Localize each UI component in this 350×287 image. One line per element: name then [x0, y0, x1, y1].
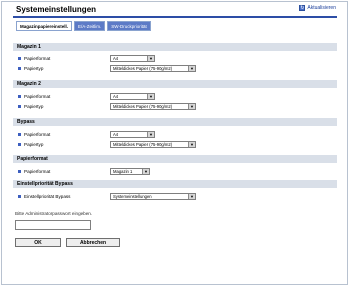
papierformat-label: Papierformat: [24, 168, 51, 174]
einstellprioritaet-row: Einstellpriorität Bypass Systemeinstellu…: [13, 191, 337, 201]
bullet-icon: [18, 169, 21, 173]
chevron-down-icon: ▼: [147, 131, 154, 137]
magazin2-papiertyp-row: Papiertyp Mitteldickes Papier (75-90g/m2…: [13, 101, 337, 111]
chevron-down-icon: ▼: [142, 168, 149, 174]
bypass-papiertyp-select[interactable]: Mitteldickes Papier (75-90g/m2) ▼: [110, 140, 196, 148]
magazin1-papiertyp-value: Mitteldickes Papier (75-90g/m2): [113, 65, 173, 71]
bypass-papierformat-select[interactable]: A4 ▼: [110, 130, 155, 138]
magazin1-papierformat-row: Papierformat A4 ▼: [13, 53, 337, 63]
section-magazin1-title: Magazin 1: [13, 43, 337, 51]
chevron-down-icon: ▼: [188, 193, 195, 199]
magazin1-papiertyp-row: Papiertyp Mitteldickes Papier (75-90g/m2…: [13, 63, 337, 73]
bypass-papiertyp-row: Papiertyp Mitteldickes Papier (75-90g/m2…: [13, 139, 337, 149]
magazin2-papiertyp-label: Papiertyp: [24, 103, 44, 109]
tab-ea-zeitlim[interactable]: E/A-Zeitlim.: [74, 21, 106, 31]
magazin2-papierformat-value: A4: [113, 93, 119, 99]
magazin2-papierformat-label: Papierformat: [24, 93, 51, 99]
settings-content: Magazin 1 Papierformat A4 ▼ Papiertyp Mi…: [13, 34, 337, 282]
bullet-icon: [18, 132, 21, 136]
magazin1-papiertyp-label: Papiertyp: [24, 65, 44, 71]
password-input[interactable]: [15, 220, 91, 230]
ok-button[interactable]: OK: [15, 238, 61, 247]
magazin1-papiertyp-select[interactable]: Mitteldickes Papier (75-90g/m2) ▼: [110, 64, 196, 72]
password-label: Bitte Administratorpasswort eingeben.: [15, 211, 93, 216]
bullet-icon: [18, 142, 21, 146]
tab-magazinpapiereinstell[interactable]: Magazinpapiereinstell.: [16, 21, 73, 31]
bullet-icon: [18, 104, 21, 108]
chevron-down-icon: ▼: [188, 65, 195, 71]
cancel-button[interactable]: Abbrechen: [66, 238, 120, 247]
chevron-down-icon: ▼: [188, 103, 195, 109]
bypass-papierformat-label: Papierformat: [24, 131, 51, 137]
papierformat-value: Magazin 1: [113, 168, 133, 174]
title-divider: [13, 16, 337, 18]
magazin2-papiertyp-value: Mitteldickes Papier (75-90g/m2): [113, 103, 173, 109]
bypass-papiertyp-value: Mitteldickes Papier (75-90g/m2): [113, 141, 173, 147]
bullet-icon: [18, 66, 21, 70]
magazin2-papierformat-select[interactable]: A4 ▼: [110, 92, 155, 100]
einstellprioritaet-value: Systemeinstellungen: [113, 193, 152, 199]
magazin2-papiertyp-select[interactable]: Mitteldickes Papier (75-90g/m2) ▼: [110, 102, 196, 110]
section-einstellprioritaet-title: Einstellpriorität Bypass: [13, 180, 337, 188]
chevron-down-icon: ▼: [147, 93, 154, 99]
section-papierformat-title: Papierformat: [13, 155, 337, 163]
tab-bar: Magazinpapiereinstell. E/A-Zeitlim. SW-D…: [16, 21, 151, 31]
papierformat-select[interactable]: Magazin 1 ▼: [110, 167, 150, 175]
magazin1-papierformat-select[interactable]: A4 ▼: [110, 54, 155, 62]
bullet-icon: [18, 56, 21, 60]
bypass-papierformat-value: A4: [113, 131, 119, 137]
magazin1-papierformat-value: A4: [113, 55, 119, 61]
tab-sw-druckprioritaet[interactable]: SW-Druckpriorität: [107, 21, 151, 31]
chevron-down-icon: ▼: [147, 55, 154, 61]
magazin1-papierformat-label: Papierformat: [24, 55, 51, 61]
papierformat-row: Papierformat Magazin 1 ▼: [13, 166, 337, 176]
chevron-down-icon: ▼: [188, 141, 195, 147]
refresh-button[interactable]: ↻ Aktualisieren: [299, 5, 336, 11]
bypass-papiertyp-label: Papiertyp: [24, 141, 44, 147]
refresh-icon: ↻: [299, 4, 306, 11]
refresh-label: Aktualisieren: [307, 5, 336, 11]
bullet-icon: [18, 94, 21, 98]
einstellprioritaet-label: Einstellpriorität Bypass: [24, 193, 71, 199]
page-title: Systemeinstellungen: [16, 5, 97, 14]
magazin2-papierformat-row: Papierformat A4 ▼: [13, 91, 337, 101]
bullet-icon: [18, 194, 21, 198]
bypass-papierformat-row: Papierformat A4 ▼: [13, 129, 337, 139]
einstellprioritaet-select[interactable]: Systemeinstellungen ▼: [110, 192, 196, 200]
section-magazin2-title: Magazin 2: [13, 80, 337, 88]
section-bypass-title: Bypass: [13, 118, 337, 126]
